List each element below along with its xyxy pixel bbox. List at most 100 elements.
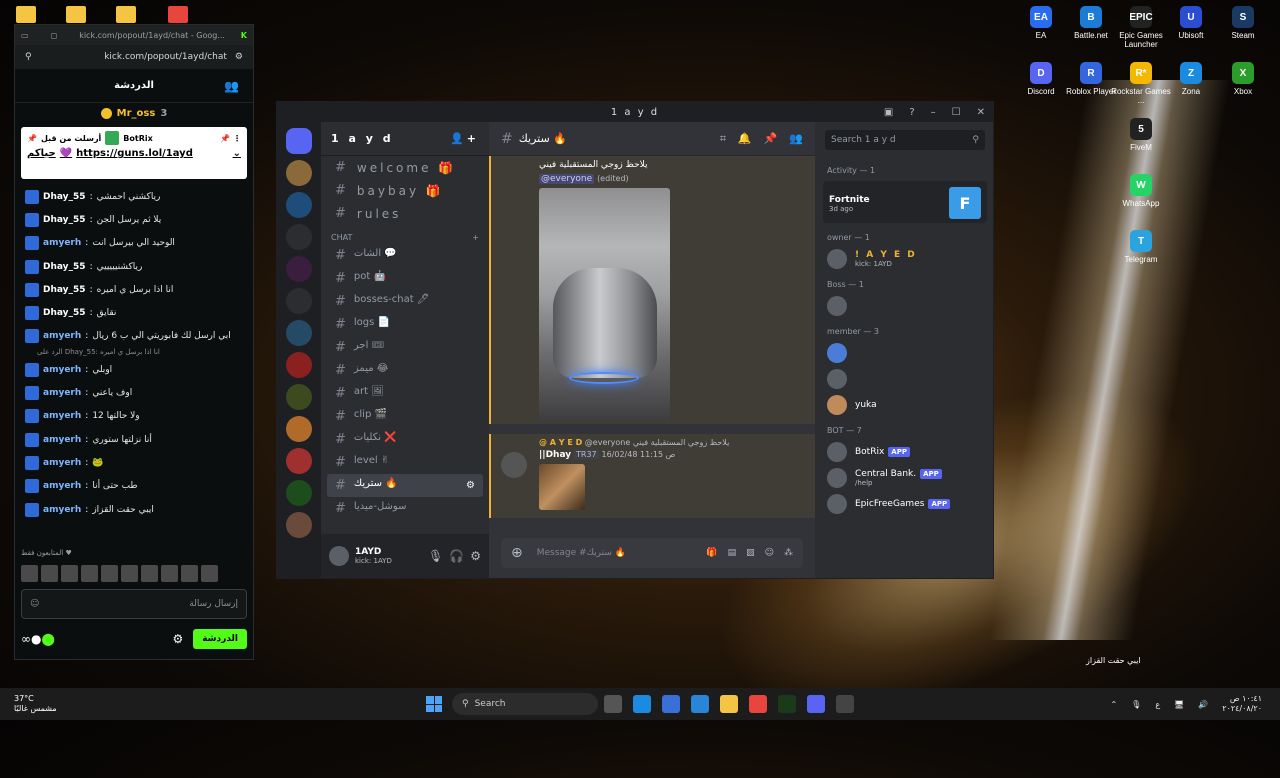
minimize-icon[interactable]: ▭	[21, 31, 29, 40]
guild-header[interactable]: 1 a y d 👤+	[321, 122, 489, 156]
chat-username[interactable]: Dhay_55	[43, 285, 86, 295]
channel-item[interactable]: # clip 🎬	[327, 405, 483, 428]
server-icon[interactable]	[286, 160, 312, 186]
desktop-icon[interactable]: S Steam	[1212, 6, 1274, 40]
headphones-icon[interactable]: 🎧	[449, 549, 464, 563]
server-icon[interactable]	[286, 352, 312, 378]
server-icon[interactable]	[286, 448, 312, 474]
chat-message[interactable]: amyerh: ابي ارسل لك فابوريتي الي ب 6 ريال	[25, 325, 243, 348]
app-icon[interactable]	[778, 695, 796, 713]
chat-username[interactable]: amyerh	[43, 458, 81, 468]
store-icon[interactable]	[662, 695, 680, 713]
gear-icon[interactable]: ⚙	[470, 549, 481, 563]
chat-username[interactable]: Dhay_55	[43, 192, 86, 202]
network-icon[interactable]: 🖥	[1174, 700, 1184, 709]
minimize-icon[interactable]: –	[931, 107, 936, 118]
edge-icon[interactable]	[633, 695, 651, 713]
maximize-icon[interactable]: ☐	[952, 107, 961, 118]
server-icon[interactable]	[286, 192, 312, 218]
chat-message[interactable]: amyerh: ايبي حقت القزاز	[25, 498, 243, 521]
member-item[interactable]: yuka	[815, 392, 993, 418]
avatar[interactable]	[141, 565, 158, 582]
chat-username[interactable]: Dhay_55	[43, 262, 86, 272]
everyone-mention[interactable]: @everyone	[539, 174, 595, 184]
threads-icon[interactable]: ⌗	[720, 132, 726, 146]
pin-icon[interactable]: 📌	[764, 132, 778, 146]
avatar[interactable]	[161, 565, 178, 582]
chat-username[interactable]: amyerh	[43, 411, 81, 421]
channel-item[interactable]: # ميمز 😂	[327, 359, 483, 382]
close-icon[interactable]: ✕	[977, 107, 985, 118]
home-icon[interactable]	[286, 128, 312, 154]
help-icon[interactable]: ?	[909, 107, 914, 118]
pinned-link[interactable]: https://guns.lol/1ayd	[76, 148, 193, 159]
folder-icon[interactable]	[66, 6, 86, 23]
image-attachment[interactable]	[539, 188, 670, 421]
avatar[interactable]	[101, 565, 118, 582]
apps-icon[interactable]: ⁂	[784, 548, 793, 558]
taskbar-search[interactable]: ⚲ Search	[452, 693, 598, 715]
chat-username[interactable]: amyerh	[43, 331, 81, 341]
folder-icon[interactable]	[116, 6, 136, 23]
member-item[interactable]	[815, 340, 993, 366]
chat-message[interactable]: amyerh: 🐸	[25, 451, 243, 474]
message-mention[interactable]: يلاحظ زوجي المستقبلية فيني @everyone (ed…	[489, 156, 815, 424]
chat-username[interactable]: amyerh	[43, 238, 81, 248]
server-icon[interactable]	[286, 256, 312, 282]
weather-widget[interactable]: 37°C مشمس غالبًا	[14, 694, 57, 714]
chat-message[interactable]: amyerh: طب حتى أنا	[25, 475, 243, 498]
member-item[interactable]: Central Bank. APP/help	[815, 465, 993, 491]
category-chat[interactable]: CHAT +	[321, 225, 489, 244]
channel-item[interactable]: # welcome 🎁	[327, 156, 483, 179]
channel-item[interactable]: # logs 📄	[327, 313, 483, 336]
chat-username[interactable]: amyerh	[43, 435, 81, 445]
chevron-up-icon[interactable]: ⌃	[1110, 700, 1117, 709]
site-info-icon[interactable]: ⚲	[25, 52, 32, 62]
chat-message[interactable]: Dhay_55: رياكشنيييييي	[25, 255, 243, 278]
chat-username[interactable]: amyerh	[43, 481, 81, 491]
channel-item[interactable]: # art 🖼	[327, 382, 483, 405]
chat-username[interactable]: Dhay_55	[43, 215, 86, 225]
sticker-icon[interactable]: ▨	[746, 548, 755, 558]
users-icon[interactable]: 👥	[224, 79, 239, 93]
desktop-icon[interactable]: W WhatsApp	[1110, 174, 1172, 208]
pinned-message[interactable]: 📌 أرسلت من قبل BotRix 📌 ⋮ حياكم 💜 https:…	[21, 127, 247, 179]
chat-username[interactable]: Dhay_55	[43, 308, 86, 318]
chat-username[interactable]: amyerh	[43, 505, 81, 515]
dog-image[interactable]	[539, 464, 585, 510]
emoji-icon[interactable]: ☺	[30, 599, 39, 609]
folder-icon[interactable]	[16, 6, 36, 23]
language-indicator[interactable]: ع	[1155, 700, 1160, 709]
gift-leaderboard[interactable]: Mr_oss 3	[15, 103, 253, 123]
pin-action-icon[interactable]: 📌 ⋮	[220, 134, 241, 143]
channel-item[interactable]: # نكليات ❌	[327, 428, 483, 451]
inbox-icon[interactable]: ▣	[884, 107, 893, 118]
add-user-icon[interactable]: 👤+	[450, 132, 479, 145]
chat-message[interactable]: amyerh: ولا حالتها 12	[25, 405, 243, 428]
server-icon[interactable]	[286, 480, 312, 506]
avatar[interactable]	[501, 452, 527, 478]
clock[interactable]: ١٠:٤١ ص ٢٠٢٤/٠٨/٢٠	[1222, 694, 1262, 714]
add-channel-icon[interactable]: +	[472, 233, 479, 242]
server-icon[interactable]	[286, 512, 312, 538]
chat-message[interactable]: amyerh: الوحيد الي بيرسل انت	[25, 232, 243, 255]
reply-author[interactable]: @ A Y E D	[539, 438, 582, 447]
volume-icon[interactable]: 🔊	[1198, 700, 1208, 709]
kick-points-icon[interactable]: ⬤	[41, 632, 54, 646]
avatar[interactable]	[121, 565, 138, 582]
chat-input[interactable]: ☺ إرسال رسالة	[21, 589, 247, 619]
server-icon[interactable]	[286, 224, 312, 250]
settings-icon[interactable]: ⚙	[235, 52, 243, 62]
chat-message[interactable]: amyerh: اوبلي	[25, 358, 243, 381]
avatar[interactable]	[329, 546, 349, 566]
channel-item[interactable]: # baybay 🎁	[327, 179, 483, 202]
message-author[interactable]: ||Dhay	[539, 450, 571, 460]
chat-username[interactable]: amyerh	[43, 365, 81, 375]
chat-message[interactable]: amyerh: اوف ياعني	[25, 381, 243, 404]
emotes-icon[interactable]: ∞●	[21, 632, 41, 646]
avatar[interactable]	[41, 565, 58, 582]
member-item[interactable]: ! A Y E D kick: 1AYD	[815, 246, 993, 272]
server-icon[interactable]	[286, 416, 312, 442]
gift-icon[interactable]: 🎁	[706, 548, 717, 558]
channel-item[interactable]: # ستريك 🔥 ⚙	[327, 474, 483, 497]
